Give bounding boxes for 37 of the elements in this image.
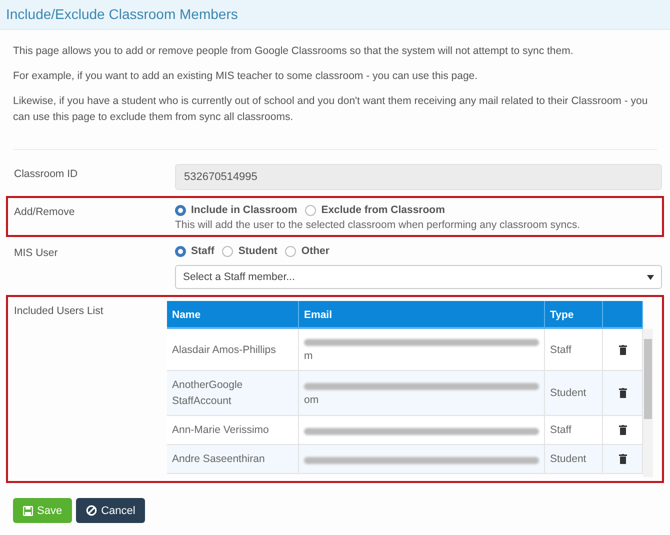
scrollbar[interactable] xyxy=(643,329,653,477)
radio-option[interactable]: Staff xyxy=(175,245,214,257)
email-fragment: om xyxy=(304,392,320,408)
field-label: Add/Remove xyxy=(14,205,76,220)
intro-text: For example, if you want to add an existing MIS teacher to some classroom - you can use this page. xyxy=(13,69,479,84)
radio-option[interactable]: Other xyxy=(285,245,330,257)
classroom-id-field: 532670514995 xyxy=(175,164,662,190)
table-cell: Ann-Marie Verissimo xyxy=(167,416,299,444)
panel-title: Include/Exclude Classroom Members xyxy=(6,6,238,22)
caret-icon xyxy=(647,274,654,280)
trash-icon[interactable] xyxy=(618,454,626,464)
field-label: Classroom ID xyxy=(14,167,79,182)
trash-icon[interactable] xyxy=(618,388,626,398)
radio-option[interactable]: Include in Classroom xyxy=(175,204,298,216)
intro-text: This page allows you to add or remove people from Google Classrooms so that the system will not attempt to sync them. xyxy=(13,44,574,59)
cancel-icon xyxy=(86,505,98,516)
column-header: Type xyxy=(545,301,603,327)
trash-icon[interactable] xyxy=(618,344,626,354)
column-header: Email xyxy=(299,301,545,327)
email-fragment: m xyxy=(304,349,314,364)
radio-option[interactable]: Exclude from Classroom xyxy=(305,204,445,216)
table-cell: Alasdair Amos-Phillips xyxy=(167,329,299,370)
intro-text: Likewise, if you have a student who is currently out of school and you don't want them receiving any mail related to their Classroom - you can use this page to exclude them from sync all classrooms. xyxy=(13,94,649,125)
help-text: This will add the user to the selected classroom when performing any classroom syncs. xyxy=(175,219,582,231)
cancel-button[interactable]: Cancel xyxy=(76,498,146,523)
table-cell: Andre Saseenthiran xyxy=(167,445,299,473)
table-cell: Student xyxy=(545,371,603,415)
staff-select[interactable]: Select a Staff member... xyxy=(175,265,662,289)
trash-icon[interactable] xyxy=(618,425,626,435)
field-label: MIS User xyxy=(14,246,59,261)
table-cell: Staff xyxy=(545,329,603,370)
table-cell: AnotherGoogle StaffAccount xyxy=(167,371,299,415)
radio-option[interactable]: Student xyxy=(222,245,278,257)
table-cell: Student xyxy=(545,445,603,473)
column-header: Name xyxy=(167,301,299,327)
floppy-icon xyxy=(23,506,33,516)
table-cell: Staff xyxy=(545,416,603,444)
